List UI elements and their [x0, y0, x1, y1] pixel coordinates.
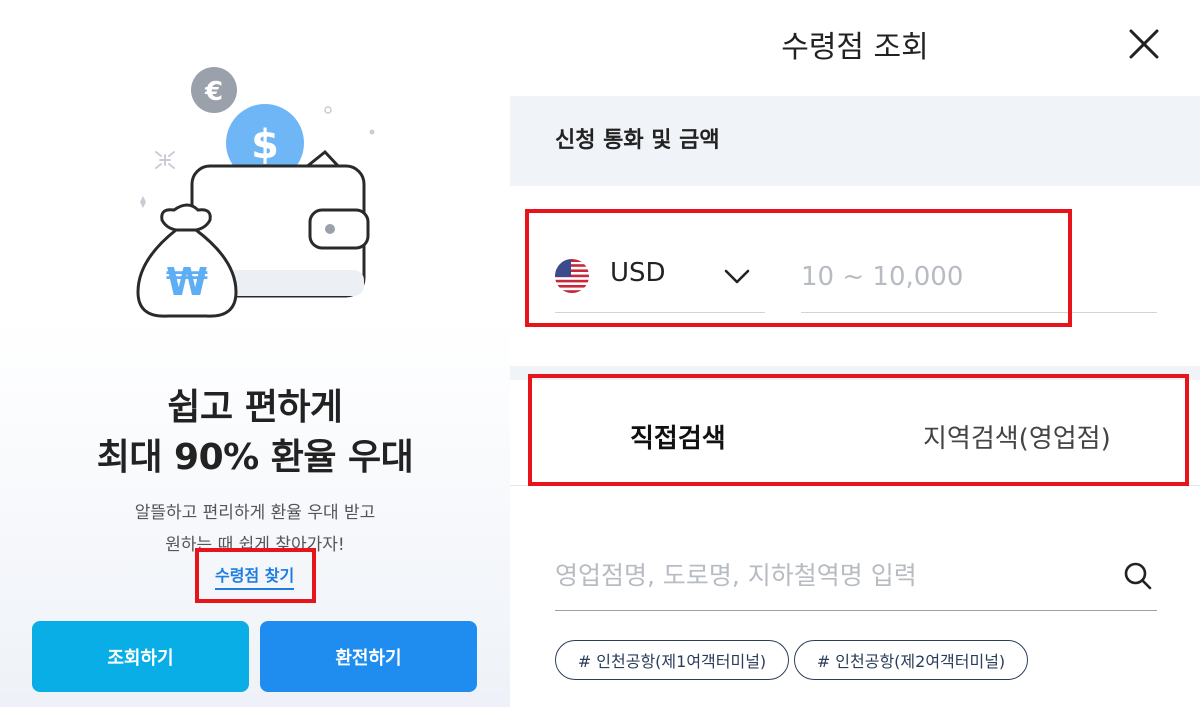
exchange-button[interactable]: 환전하기 [260, 621, 477, 692]
inquire-button[interactable]: 조회하기 [32, 621, 249, 692]
search-input[interactable] [555, 545, 1115, 605]
pickup-location-panel: 수령점 조회 신청 통화 및 금액 USD 10 ~ 10,000 직접검색 지… [510, 0, 1200, 707]
sparkle-icon [155, 151, 175, 169]
highlight-box-currency-amount [525, 209, 1072, 327]
close-icon[interactable] [1126, 26, 1162, 62]
svg-text:€: € [204, 77, 223, 107]
branch-search [555, 545, 1157, 611]
svg-text:$: $ [251, 122, 279, 168]
section-header: 신청 통화 및 금액 [510, 96, 1200, 186]
highlight-box-find-link [195, 548, 316, 603]
search-icon[interactable] [1123, 561, 1153, 591]
quick-tag-incheon-t1[interactable]: # 인천공항(제1여객터미널) [555, 640, 789, 680]
highlight-box-tabs [528, 374, 1189, 486]
headline-line-1: 쉽고 편하게 [167, 387, 343, 428]
section-header-label: 신청 통화 및 금액 [555, 128, 720, 153]
screen: € $ ₩ 쉽고 편하게 최대 90% 환율 우대 알뜰하고 편리하게 환율 우… [0, 0, 1200, 707]
quick-tag-incheon-t2[interactable]: # 인천공항(제2여객터미널) [794, 640, 1028, 680]
headline-line-2: 최대 90% 환율 우대 [96, 437, 414, 478]
svg-text:₩: ₩ [166, 260, 208, 304]
wallet-illustration: € $ ₩ [136, 67, 375, 318]
description-line-1: 알뜰하고 편리하게 환율 우대 받고 [134, 503, 376, 523]
promo-panel: € $ ₩ 쉽고 편하게 최대 90% 환율 우대 알뜰하고 편리하게 환율 우… [0, 0, 510, 707]
page-title: 수령점 조회 [781, 30, 929, 65]
